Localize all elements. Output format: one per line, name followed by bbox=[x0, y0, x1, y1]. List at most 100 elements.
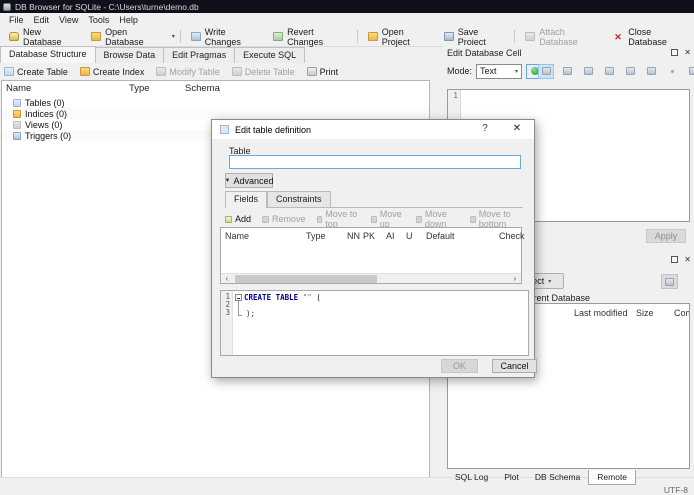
dialog-close-button[interactable]: ✕ bbox=[510, 123, 524, 136]
window-titlebar[interactable]: DB Browser for SQLite - C:\Users\turne\d… bbox=[0, 0, 694, 13]
tree-item-indices[interactable]: Indices (0) bbox=[2, 108, 429, 119]
print-label: Print bbox=[319, 66, 339, 77]
column-commit[interactable]: Commit bbox=[674, 308, 689, 318]
mode-label: Mode: bbox=[447, 66, 473, 76]
open-project-icon bbox=[367, 32, 378, 41]
modify-table-icon bbox=[156, 67, 167, 76]
fold-icon[interactable] bbox=[235, 294, 242, 301]
create-table-button[interactable]: Create Table bbox=[4, 67, 68, 77]
fold-guide-line bbox=[238, 301, 239, 315]
apply-button: Apply bbox=[646, 229, 686, 243]
column-schema[interactable]: Schema bbox=[185, 83, 220, 94]
close-database-label: Close Database bbox=[628, 26, 667, 47]
tree-item-tables[interactable]: Tables (0) bbox=[2, 97, 429, 108]
tab-constraints[interactable]: Constraints bbox=[267, 191, 331, 207]
tab-sql-log[interactable]: SQL Log bbox=[447, 470, 496, 484]
delete-table-label: Delete Table bbox=[244, 66, 295, 77]
tab-database-structure[interactable]: Database Structure bbox=[0, 46, 96, 63]
window-title: DB Browser for SQLite - C:\Users\turne\d… bbox=[15, 1, 199, 12]
cancel-button[interactable]: Cancel bbox=[492, 359, 537, 373]
advanced-button[interactable]: Advanced bbox=[225, 173, 274, 188]
column-type[interactable]: Type bbox=[129, 83, 150, 94]
close-database-icon bbox=[614, 32, 624, 41]
export-cell-button[interactable] bbox=[601, 64, 617, 79]
tab-fields[interactable]: Fields bbox=[225, 191, 268, 208]
print-button[interactable]: Print bbox=[306, 66, 339, 77]
tab-remote[interactable]: Remote bbox=[588, 470, 637, 485]
tree-item-label: Indices (0) bbox=[25, 108, 68, 119]
field-column-pk[interactable]: PK bbox=[363, 231, 375, 241]
tables-icon bbox=[13, 98, 21, 107]
export-icon bbox=[604, 67, 614, 75]
create-index-button[interactable]: Create Index bbox=[79, 67, 144, 77]
column-name[interactable]: Name bbox=[6, 83, 31, 94]
save-project-icon bbox=[443, 32, 454, 41]
create-table-label: Create Table bbox=[17, 66, 68, 77]
json-format-button[interactable] bbox=[559, 64, 575, 79]
chevron-down-icon: ▾ bbox=[515, 68, 519, 75]
new-database-icon bbox=[9, 32, 19, 41]
scroll-right-icon[interactable] bbox=[509, 274, 521, 284]
field-column-check[interactable]: Check bbox=[499, 231, 525, 241]
remove-label: Remove bbox=[272, 214, 306, 224]
close-dock-icon[interactable] bbox=[684, 47, 691, 57]
save-cell-button[interactable] bbox=[622, 64, 638, 79]
encoding-indicator[interactable]: UTF-8 bbox=[664, 485, 688, 495]
open-project-button[interactable]: Open Project bbox=[361, 25, 437, 49]
write-changes-button[interactable]: Write Changes bbox=[184, 25, 266, 49]
word-wrap-button[interactable] bbox=[538, 63, 554, 79]
mode-select[interactable]: Text ▾ bbox=[476, 63, 523, 79]
import-cell-button[interactable] bbox=[580, 64, 596, 79]
fields-table[interactable]: Name Type NN PK AI U Default Check bbox=[220, 227, 525, 284]
set-null-button[interactable] bbox=[664, 64, 680, 79]
revert-changes-button[interactable]: Revert Changes bbox=[266, 25, 354, 49]
add-field-button[interactable]: Add bbox=[225, 214, 251, 224]
column-last-modified[interactable]: Last modified bbox=[574, 308, 628, 318]
field-column-ai[interactable]: AI bbox=[386, 231, 395, 241]
print-cell-icon bbox=[688, 67, 694, 75]
edit-cell-title: Edit Database Cell bbox=[447, 47, 522, 58]
fold-guide-line bbox=[238, 315, 242, 316]
field-column-default[interactable]: Default bbox=[426, 231, 455, 241]
scroll-left-icon[interactable] bbox=[221, 274, 233, 284]
field-column-u[interactable]: U bbox=[406, 231, 413, 241]
dialog-help-button[interactable]: ? bbox=[478, 123, 492, 136]
fields-action-bar: Add Remove Move to top Move up Move down… bbox=[225, 209, 525, 229]
attach-database-icon bbox=[525, 32, 536, 41]
tab-browse-data[interactable]: Browse Data bbox=[95, 47, 165, 63]
tab-plot[interactable]: Plot bbox=[496, 470, 527, 484]
tab-edit-pragmas[interactable]: Edit Pragmas bbox=[164, 47, 236, 63]
move-to-bottom-button: Move to bottom bbox=[469, 209, 525, 229]
tab-db-schema[interactable]: DB Schema bbox=[527, 470, 588, 484]
field-column-nn[interactable]: NN bbox=[347, 231, 360, 241]
close-dock-icon[interactable] bbox=[684, 254, 691, 264]
open-database-icon bbox=[91, 32, 102, 41]
field-column-type[interactable]: Type bbox=[306, 231, 326, 241]
fullscreen-button[interactable] bbox=[643, 64, 659, 79]
move-down-icon bbox=[416, 215, 422, 223]
add-icon bbox=[225, 215, 232, 223]
triggers-icon bbox=[13, 131, 21, 140]
field-column-name[interactable]: Name bbox=[225, 231, 249, 241]
float-dock-icon[interactable] bbox=[671, 255, 679, 263]
move-bottom-icon bbox=[469, 215, 476, 223]
refresh-remote-button[interactable] bbox=[661, 274, 678, 289]
import-icon bbox=[583, 67, 593, 75]
sql-gutter: 1 2 3 bbox=[221, 291, 233, 355]
new-database-button[interactable]: New Database bbox=[2, 25, 84, 49]
chevron-down-icon: ▾ bbox=[548, 278, 552, 285]
tab-execute-sql[interactable]: Execute SQL bbox=[235, 47, 306, 63]
column-size[interactable]: Size bbox=[636, 308, 654, 318]
open-database-button[interactable]: Open Database bbox=[84, 25, 170, 49]
horizontal-scrollbar[interactable] bbox=[221, 273, 521, 283]
move-bottom-label: Move to bottom bbox=[478, 209, 511, 229]
sql-preview[interactable]: 1 2 3 CREATE TABLE "" ( ); bbox=[220, 290, 529, 356]
open-database-menu-arrow[interactable]: ▾ bbox=[170, 31, 177, 42]
print-cell-button[interactable] bbox=[685, 64, 694, 79]
float-dock-icon[interactable] bbox=[671, 48, 679, 56]
remove-field-button: Remove bbox=[262, 214, 306, 224]
move-up-label: Move up bbox=[379, 209, 402, 229]
table-name-input[interactable] bbox=[229, 155, 521, 169]
dialog-icon bbox=[220, 125, 229, 134]
scrollbar-thumb[interactable] bbox=[235, 275, 377, 283]
